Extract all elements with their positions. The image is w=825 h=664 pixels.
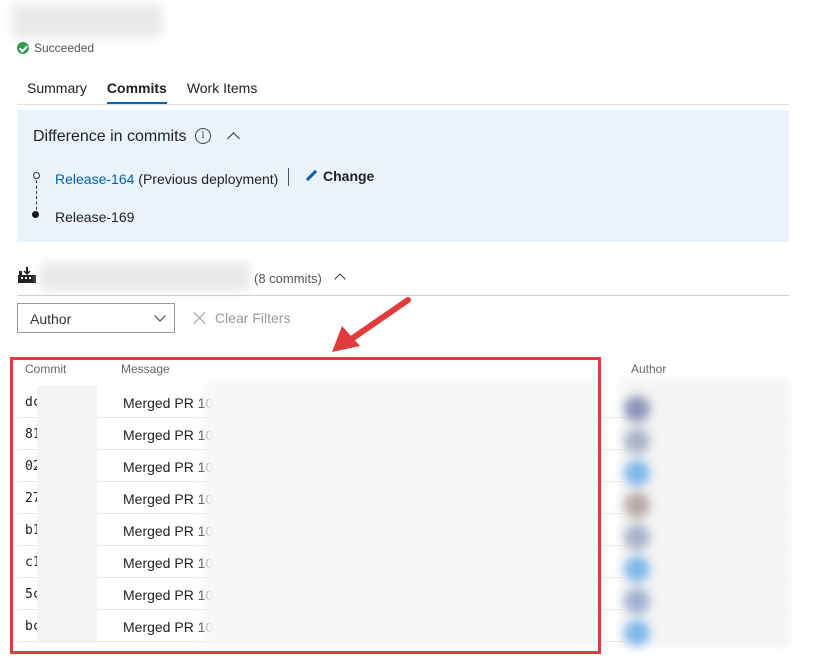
status-label: Succeeded xyxy=(34,41,95,55)
success-check-icon xyxy=(17,42,29,54)
commit-count: (8 commits) xyxy=(254,271,322,286)
avatar xyxy=(624,620,650,646)
author-filter-label: Author xyxy=(30,311,72,327)
difference-title: Difference in commits xyxy=(33,128,187,145)
tab-summary[interactable]: Summary xyxy=(27,80,87,104)
timeline-connector xyxy=(36,175,37,215)
tab-work-items[interactable]: Work Items xyxy=(187,80,258,104)
clear-filters-button[interactable]: Clear Filters xyxy=(193,310,290,326)
avatar xyxy=(624,492,650,518)
release-title-redacted xyxy=(12,4,162,38)
info-icon[interactable]: i xyxy=(195,128,211,144)
pencil-icon xyxy=(305,170,317,182)
column-header-author[interactable]: Author xyxy=(631,362,666,376)
avatar xyxy=(624,588,650,614)
chevron-up-icon[interactable] xyxy=(227,132,240,145)
divider xyxy=(288,168,289,186)
annotation-highlight-box xyxy=(10,357,601,654)
avatar xyxy=(624,524,650,550)
annotation-arrow-icon xyxy=(332,297,411,352)
previous-deployment-note: (Previous deployment) xyxy=(138,171,279,187)
current-release: Release-169 xyxy=(55,209,135,225)
chevron-up-icon[interactable] xyxy=(334,273,346,285)
previous-release-link[interactable]: Release-164 xyxy=(55,171,134,187)
avatar xyxy=(624,396,650,422)
author-filter-dropdown[interactable]: Author xyxy=(17,303,175,333)
avatar xyxy=(624,460,650,486)
pipeline-name-redacted xyxy=(40,263,250,291)
change-button[interactable]: Change xyxy=(305,168,374,184)
timeline-node-current xyxy=(32,211,39,218)
previous-release: Release-164 (Previous deployment) xyxy=(55,171,278,187)
chevron-down-icon xyxy=(154,310,166,322)
avatar xyxy=(624,428,650,454)
author-redaction xyxy=(620,380,790,646)
build-pipeline-icon xyxy=(18,267,36,283)
tab-bar: Summary Commits Work Items xyxy=(17,80,789,105)
timeline-node-previous xyxy=(33,172,40,179)
difference-panel: Difference in commits i Release-164 (Pre… xyxy=(17,110,789,242)
clear-filters-label: Clear Filters xyxy=(215,310,291,326)
avatar xyxy=(624,556,650,582)
change-label: Change xyxy=(323,168,375,184)
close-icon xyxy=(193,311,207,325)
tab-commits[interactable]: Commits xyxy=(106,80,167,104)
release-status: Succeeded xyxy=(17,41,94,55)
